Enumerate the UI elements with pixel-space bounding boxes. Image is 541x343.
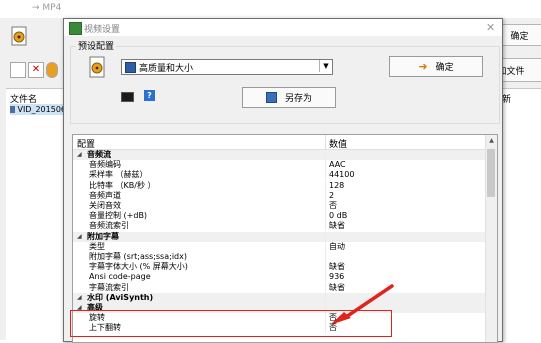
column-divider xyxy=(325,201,326,211)
background-titlebar xyxy=(0,0,541,18)
background-window-title: → MP4 xyxy=(32,3,62,13)
column-divider xyxy=(325,150,326,160)
property-name: 关闭音效 xyxy=(89,201,121,210)
ok-arrow-icon: ➜ xyxy=(418,60,428,73)
dropdown-arrow-icon[interactable]: ▼ xyxy=(319,60,332,72)
property-category[interactable]: ◢ 音频流 xyxy=(73,150,485,160)
column-divider xyxy=(325,262,326,273)
column-divider xyxy=(325,282,326,293)
dialog-title: 视频设置 xyxy=(84,25,121,35)
file-row-name: VID_201506 xyxy=(17,105,66,114)
property-value[interactable]: 缺省 xyxy=(329,221,345,231)
expand-icon[interactable]: ◢ xyxy=(77,293,82,303)
save-as-button[interactable]: 另存为 xyxy=(242,87,336,108)
column-divider xyxy=(325,252,326,262)
property-row[interactable]: 音频编码 AAC xyxy=(73,160,485,171)
property-grid-header xyxy=(73,135,485,150)
property-row[interactable]: 附加字幕 (srt;ass;ssa;idx) xyxy=(73,252,485,262)
property-name: 音量控制 (+dB) xyxy=(89,211,148,221)
app-icon xyxy=(11,26,27,46)
scrollbar[interactable]: ▲ xyxy=(485,135,497,342)
preset-item-icon xyxy=(125,61,136,73)
property-row[interactable]: 音量控制 (+dB) 0 dB xyxy=(73,211,485,222)
property-row[interactable]: 字幕字体大小 (% 屏幕大小) 缺省 xyxy=(73,262,485,273)
property-value[interactable]: 否 xyxy=(329,201,337,211)
property-name: 采样率 （赫兹） xyxy=(89,170,148,180)
column-divider xyxy=(325,160,326,171)
dialog-titlebar xyxy=(64,19,502,36)
column-header-right[interactable]: 新 xyxy=(502,92,511,105)
column-divider xyxy=(325,272,326,283)
preset-dropdown-value: 高质量和大小 xyxy=(139,63,194,74)
property-name: 附加字幕 xyxy=(87,231,119,241)
preset-dropdown[interactable]: 高质量和大小 ▼ xyxy=(121,59,333,75)
property-value[interactable]: 缺省 xyxy=(329,262,345,272)
property-row[interactable]: Ansi code-page 936 xyxy=(73,272,485,283)
property-name: 音频声道 xyxy=(89,190,121,200)
header-name: 配置 xyxy=(77,140,96,150)
property-name: 音频编码 xyxy=(89,160,121,170)
preset-icon xyxy=(89,56,105,78)
property-value[interactable]: 自动 xyxy=(329,242,345,252)
video-file-icon xyxy=(10,106,16,113)
property-name: 类型 xyxy=(89,241,105,251)
column-divider xyxy=(325,292,326,303)
toolbar-new-icon[interactable] xyxy=(10,62,26,78)
toolbar-delete-icon[interactable]: ✕ xyxy=(28,62,44,78)
property-name: 比特率 （KB/秒 ） xyxy=(89,180,156,190)
header-separator xyxy=(325,135,326,149)
property-value[interactable]: AAC xyxy=(329,160,346,170)
toolbar-play-icon[interactable] xyxy=(46,62,58,78)
property-name: 字幕流索引 xyxy=(89,282,129,292)
column-divider xyxy=(325,241,326,252)
column-divider xyxy=(325,211,326,222)
property-name: 字幕字体大小 (% 屏幕大小) xyxy=(89,262,188,272)
property-row[interactable]: 关闭音效 否 xyxy=(73,201,485,211)
property-value[interactable]: 44100 xyxy=(329,170,354,180)
file-row[interactable]: VID_201506 xyxy=(10,104,66,115)
property-row[interactable]: 音频声道 2 xyxy=(73,190,485,201)
property-name: 音频流索引 xyxy=(89,221,129,231)
column-divider xyxy=(325,170,326,181)
scroll-up-icon[interactable]: ▲ xyxy=(486,135,497,146)
expand-icon[interactable]: ◢ xyxy=(77,232,82,242)
ok-button[interactable]: ➜ 确定 xyxy=(389,56,483,77)
header-value: 数值 xyxy=(329,140,348,150)
save-icon xyxy=(265,92,277,103)
property-name: 水印 (AviSynth) xyxy=(87,292,154,302)
property-name: 附加字幕 (srt;ass;ssa;idx) xyxy=(89,252,187,261)
column-divider xyxy=(325,190,326,201)
dialog-title-icon xyxy=(69,22,82,35)
ok-button-label: 确定 xyxy=(435,63,454,73)
property-name: 音频流 xyxy=(87,150,111,159)
annotation-highlight-box xyxy=(70,310,392,337)
column-divider xyxy=(325,221,326,232)
property-row[interactable]: 字幕流索引 缺省 xyxy=(73,282,485,293)
property-value[interactable]: 936 xyxy=(329,272,344,282)
command-line-icon[interactable] xyxy=(121,92,134,102)
scroll-thumb[interactable] xyxy=(487,149,495,197)
property-value[interactable]: 缺省 xyxy=(329,283,345,293)
help-icon[interactable]: ? xyxy=(144,90,155,101)
property-category[interactable]: ◢ 附加字幕 xyxy=(73,231,485,242)
property-row[interactable]: 比特率 （KB/秒 ） 128 xyxy=(73,180,485,191)
close-icon[interactable]: ✕ xyxy=(486,21,495,34)
column-divider xyxy=(325,180,326,191)
property-value[interactable]: 0 dB xyxy=(329,211,347,221)
property-value[interactable]: 2 xyxy=(329,191,334,201)
save-as-label: 另存为 xyxy=(284,94,312,104)
property-row[interactable]: 音频流索引 缺省 xyxy=(73,221,485,232)
property-row[interactable]: 类型 自动 xyxy=(73,241,485,252)
property-category[interactable]: ◢ 水印 (AviSynth) xyxy=(73,292,485,303)
property-row[interactable]: 采样率 （赫兹） 44100 xyxy=(73,170,485,181)
property-name: Ansi code-page xyxy=(89,272,151,282)
preset-label: 预设配置 xyxy=(76,39,117,52)
column-divider xyxy=(325,231,326,242)
property-value[interactable]: 128 xyxy=(329,181,344,191)
expand-icon[interactable]: ◢ xyxy=(77,150,82,160)
video-settings-dialog: 视频设置 ✕ 预设配置 高质量和大小 ▼ ➜ 确定 ? 另存为 配置 数值 ◢ 音… xyxy=(63,18,503,343)
